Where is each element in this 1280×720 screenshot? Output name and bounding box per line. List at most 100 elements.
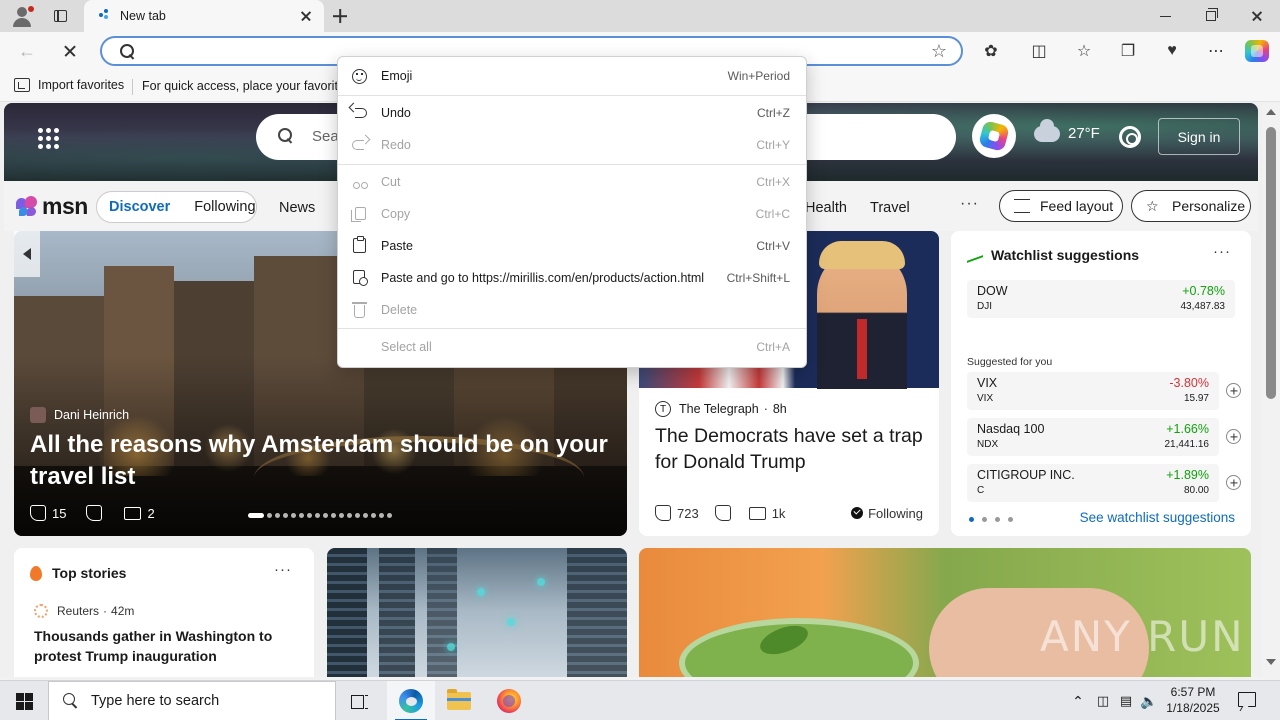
favorite-star-icon[interactable]: ☆ — [931, 41, 947, 61]
stock-value: 15.97 — [1183, 393, 1209, 404]
nav-more-button[interactable]: ··· — [960, 195, 979, 213]
nav-link-travel[interactable]: Travel — [870, 200, 910, 216]
extensions-icon[interactable]: ✿ — [980, 40, 1002, 62]
anyrun-watermark: ANY RUN — [1040, 612, 1245, 661]
new-tab-button[interactable] — [330, 6, 350, 26]
menu-item-shortcut: Ctrl+X — [756, 175, 790, 189]
like-icon[interactable] — [655, 505, 671, 521]
notification-icon[interactable] — [1238, 692, 1256, 707]
back-button[interactable]: ← — [16, 41, 38, 61]
taskbar-edge[interactable] — [387, 681, 435, 720]
taskbar-search-placeholder: Type here to search — [91, 693, 220, 709]
settings-more-icon[interactable]: ⋯ — [1205, 40, 1227, 62]
menu-item-label: Copy — [381, 207, 411, 221]
folder-icon — [447, 689, 471, 710]
add-stock-icon[interactable] — [1226, 429, 1241, 444]
watchlist-card: Watchlist suggestions ··· DOW DJI +0.78%… — [951, 231, 1251, 536]
sign-in-button[interactable]: Sign in — [1158, 118, 1240, 155]
add-stock-icon[interactable] — [1226, 383, 1241, 398]
show-hidden-icons-button[interactable]: ⌃ — [1068, 681, 1088, 720]
top-stories-header: Top stories — [30, 565, 126, 581]
title-bar: New tab — [0, 0, 1280, 32]
tab-following[interactable]: Following — [194, 199, 255, 215]
volume-icon[interactable]: 🔈 — [1139, 681, 1159, 720]
menu-item-emoji[interactable]: Emoji Win+Period — [338, 61, 806, 91]
stock-name: DOW — [977, 284, 1008, 298]
msn-logo[interactable]: msn — [16, 193, 88, 220]
hero-actions: 15 2 — [30, 505, 155, 521]
menu-item-label: Select all — [381, 340, 432, 354]
taskbar-file-explorer[interactable] — [435, 681, 483, 720]
scroll-up-icon[interactable] — [1266, 109, 1276, 115]
taskbar-firefox[interactable] — [485, 681, 533, 720]
nav-link-health[interactable]: Health — [805, 200, 847, 216]
system-clock[interactable]: 6:57 PM 1/18/2025 — [1158, 684, 1228, 716]
nav-link-news[interactable]: News — [279, 200, 315, 216]
comment-icon[interactable] — [124, 506, 142, 520]
performance-icon[interactable]: ♥ — [1161, 40, 1183, 62]
personalize-button[interactable]: ☆ Personalize — [1131, 190, 1251, 222]
stock-name: CITIGROUP INC. — [977, 468, 1075, 482]
app-launcher-icon[interactable] — [38, 128, 59, 149]
stock-row-vix[interactable]: VIX VIX -3.80% 15.97 — [967, 372, 1241, 410]
carousel-prev-button[interactable] — [14, 231, 40, 277]
favorites-icon[interactable]: ☆ — [1073, 40, 1095, 62]
gear-icon[interactable] — [1119, 126, 1141, 148]
close-tab-icon[interactable] — [298, 8, 314, 24]
msn-favicon-icon — [98, 8, 114, 24]
stop-loading-button[interactable] — [60, 41, 80, 61]
stock-ticker: C — [977, 485, 985, 496]
import-favorites-button[interactable]: Import favorites — [14, 78, 124, 92]
add-stock-icon[interactable] — [1226, 475, 1241, 490]
carousel-indicator[interactable] — [248, 513, 395, 518]
top-stories-more-button[interactable]: ··· — [274, 561, 292, 578]
minimize-button[interactable] — [1142, 0, 1188, 32]
device-icon[interactable]: ◫ — [1093, 681, 1113, 720]
dislike-icon[interactable] — [86, 505, 103, 521]
paste-search-icon — [353, 270, 368, 286]
close-window-button[interactable] — [1234, 0, 1280, 32]
following-label[interactable]: Following — [868, 506, 923, 521]
dislike-icon[interactable] — [714, 505, 731, 521]
split-screen-icon[interactable]: ◫ — [1028, 40, 1050, 62]
watchlist-pager[interactable] — [969, 517, 1021, 522]
weather-temperature: 27°F — [1068, 125, 1100, 142]
taskbar-search-box[interactable]: Type here to search — [48, 681, 336, 720]
task-view-button[interactable] — [336, 681, 384, 720]
watchlist-more-button[interactable]: ··· — [1213, 243, 1231, 260]
copilot-icon[interactable] — [1245, 40, 1269, 62]
hero-title[interactable]: All the reasons why Amsterdam should be … — [30, 429, 610, 493]
top-story-headline[interactable]: Thousands gather in Washington to protes… — [34, 626, 294, 666]
menu-divider — [338, 328, 806, 329]
menu-item-label: Undo — [381, 106, 411, 120]
stock-row-citigroup[interactable]: CITIGROUP INC. C +1.89% 80.00 — [967, 464, 1241, 502]
page-scrollbar[interactable] — [1262, 103, 1280, 677]
windows-logo-icon — [15, 692, 33, 710]
news-title[interactable]: The Democrats have set a trap for Donald… — [655, 423, 925, 475]
see-watchlist-link[interactable]: See watchlist suggestions — [1080, 510, 1235, 525]
weather-widget[interactable]: 27°F — [1034, 118, 1100, 142]
restore-button[interactable] — [1188, 0, 1234, 32]
comment-icon[interactable] — [748, 506, 766, 520]
menu-item-undo[interactable]: Undo Ctrl+Z — [338, 98, 806, 128]
start-button[interactable] — [0, 681, 48, 720]
like-icon[interactable] — [30, 505, 46, 521]
menu-item-paste[interactable]: Paste Ctrl+V — [338, 231, 806, 261]
network-icon[interactable]: ▤ — [1116, 681, 1136, 720]
news-source-name: The Telegraph — [679, 402, 759, 416]
stock-row-nasdaq[interactable]: Nasdaq 100 NDX +1.66% 21,441.16 — [967, 418, 1241, 456]
menu-item-label: Cut — [381, 175, 401, 189]
stock-row-dow[interactable]: DOW DJI +0.78% 43,487.83 — [967, 280, 1235, 318]
menu-item-paste-and-go[interactable]: Paste and go to https://mirillis.com/en/… — [338, 263, 806, 293]
collections-icon[interactable]: ❐ — [1117, 40, 1139, 62]
copilot-button[interactable] — [972, 114, 1016, 158]
tab-actions-icon[interactable] — [50, 6, 70, 26]
scroll-thumb[interactable] — [1266, 127, 1276, 399]
scroll-down-icon[interactable] — [1266, 659, 1276, 665]
tab-discover[interactable]: Discover — [109, 199, 170, 215]
profile-icon[interactable] — [8, 4, 36, 28]
feed-layout-button[interactable]: Feed layout — [999, 190, 1123, 222]
server-image-card[interactable] — [327, 548, 627, 677]
clock-time: 6:57 PM — [1170, 685, 1216, 699]
tab-new-tab[interactable]: New tab — [84, 0, 324, 32]
